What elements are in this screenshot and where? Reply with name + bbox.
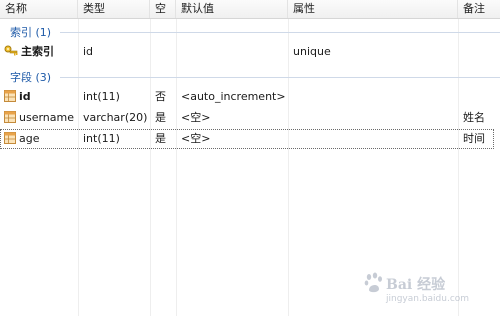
row-type: int(11): [83, 90, 120, 103]
row-null: 是: [155, 132, 166, 145]
row-attr: [288, 129, 458, 149]
table-row[interactable]: username varchar(20) 是 <空> 姓名: [0, 108, 500, 128]
group-divider: [60, 77, 500, 78]
table-field-icon: [4, 90, 16, 102]
group-label: 索引 (1): [10, 26, 52, 39]
watermark-url: jingyan.baidu.com: [386, 294, 470, 304]
row-name: 主索引: [21, 45, 54, 58]
row-default: <空>: [181, 132, 211, 145]
row-name: age: [19, 132, 40, 145]
row-null: 是: [155, 111, 166, 124]
row-default: <空>: [181, 111, 211, 124]
row-null: [150, 42, 176, 62]
grid-line: [288, 19, 289, 316]
table-field-icon: [4, 132, 16, 144]
grid-line: [176, 19, 177, 316]
col-header-null[interactable]: 空: [150, 0, 176, 18]
group-divider: [60, 32, 500, 33]
col-header-attr[interactable]: 属性: [288, 0, 458, 18]
row-default: [176, 42, 288, 62]
row-comment: [458, 42, 500, 62]
watermark-brand: Bai 经验: [386, 277, 446, 293]
row-comment: 姓名: [463, 111, 485, 124]
col-header-default[interactable]: 默认值: [176, 0, 288, 18]
row-comment: [458, 87, 500, 107]
col-header-name[interactable]: 名称: [0, 0, 78, 18]
baidu-jingyan-watermark: Bai 经验 jingyan.baidu.com: [364, 270, 494, 310]
table-row[interactable]: id int(11) 否 <auto_increment>: [0, 87, 500, 107]
key-icon: [4, 45, 18, 56]
group-label: 字段 (3): [10, 71, 52, 84]
row-name-cell: 主索引: [0, 42, 78, 62]
row-null: 否: [155, 90, 166, 103]
row-type: varchar(20): [83, 111, 148, 124]
row-attr: [288, 87, 458, 107]
table-row-selected[interactable]: age int(11) 是 <空> 时间: [0, 129, 494, 149]
column-header: 名称 类型 空 默认值 属性 备注: [0, 0, 500, 19]
row-attr: [288, 108, 458, 128]
row-name: id: [19, 90, 31, 103]
col-header-comment[interactable]: 备注: [458, 0, 500, 18]
row-type: int(11): [83, 132, 120, 145]
table-row[interactable]: 主索引 id unique: [0, 42, 500, 62]
group-header-fields[interactable]: 字段 (3): [0, 67, 500, 85]
row-default: <auto_increment>: [181, 90, 286, 103]
row-comment: 时间: [463, 132, 485, 145]
col-header-type[interactable]: 类型: [78, 0, 150, 18]
field-list-panel: 名称 类型 空 默认值 属性 备注 索引 (1) 主索引 id unique 字…: [0, 0, 500, 316]
grid-line: [78, 19, 79, 316]
group-header-index[interactable]: 索引 (1): [0, 22, 500, 40]
row-name: username: [19, 111, 74, 124]
row-name-cell: age: [0, 129, 78, 149]
row-attr: unique: [293, 45, 331, 58]
row-type: id: [83, 45, 94, 58]
row-name-cell: username: [0, 108, 78, 128]
row-name-cell: id: [0, 87, 78, 107]
table-field-icon: [4, 111, 16, 123]
grid-line: [150, 19, 151, 316]
paw-logo-icon: [364, 272, 382, 293]
